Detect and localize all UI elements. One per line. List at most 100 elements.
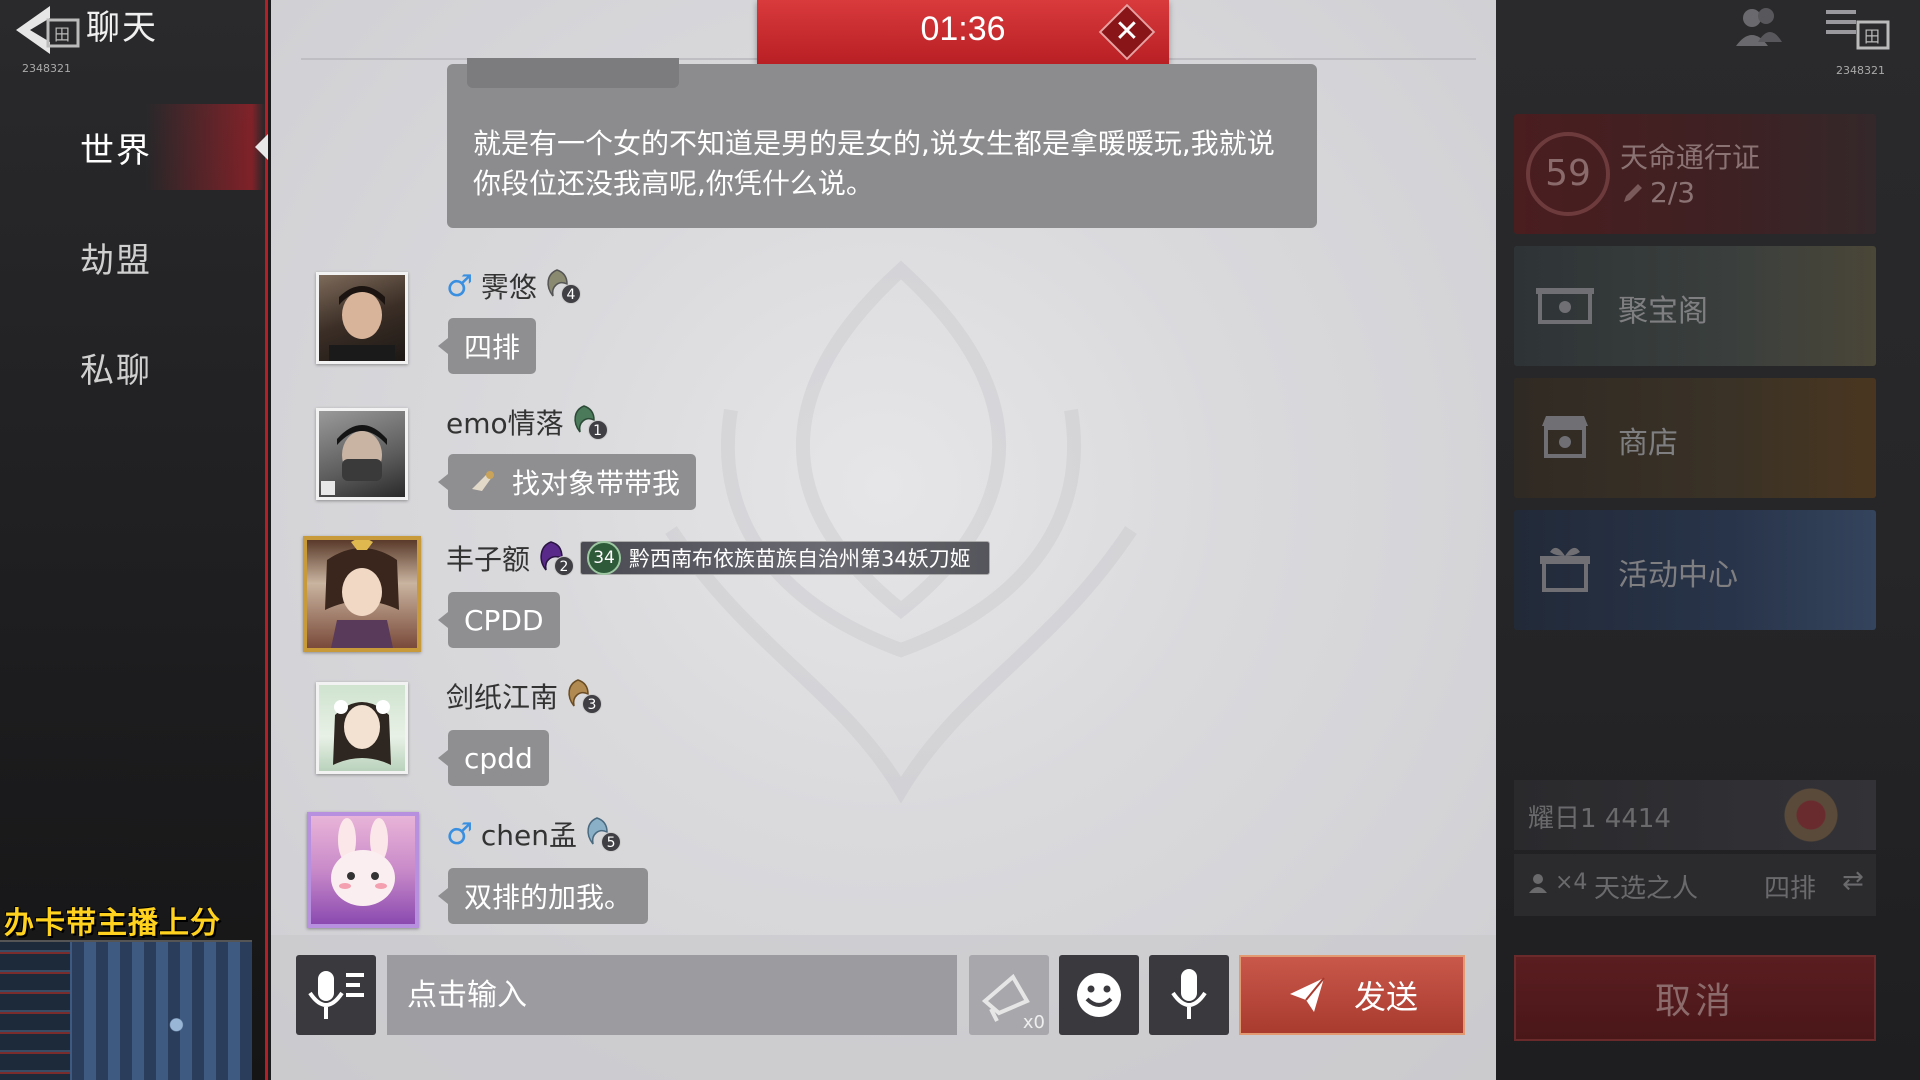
voice-message-button[interactable] xyxy=(1149,955,1229,1035)
room-menu-button[interactable]: 田 2348321 xyxy=(1822,4,1902,77)
tab-guild-label: 劫盟 xyxy=(80,240,152,281)
player-title-badge: 34 黔西南布依族苗族自治州第34妖刀姬 xyxy=(580,541,990,575)
tab-private-label: 私聊 xyxy=(80,350,152,391)
message-input[interactable] xyxy=(387,955,957,1035)
rank-badge-number: 4 xyxy=(560,284,581,304)
sender-name[interactable]: 霁悠 xyxy=(481,266,537,306)
chat-message-text: 找对象带带我 xyxy=(512,467,681,500)
sender-name[interactable]: 剑纸江南 xyxy=(446,676,558,716)
room-id-left: 2348321 xyxy=(22,62,71,75)
tab-guild[interactable]: 劫盟 xyxy=(0,214,265,300)
rank-badge-icon: 1 xyxy=(568,404,608,440)
stream-overlay-thumbnail xyxy=(0,940,252,1080)
send-button[interactable]: 发送 xyxy=(1239,955,1465,1035)
rank-badge-number: 2 xyxy=(554,556,575,576)
message-sender: emo情落 1 xyxy=(446,402,608,442)
chat-message-long-text: 就是有一个女的不知道是男的是女的,说女生都是拿暖暖玩,我就说你段位还没我高呢,你… xyxy=(473,127,1275,200)
rank-emblem-icon xyxy=(1776,784,1846,846)
chat-sidebar: 田 2348321 聊天 世界 劫盟 私聊 办卡带主播上分 xyxy=(0,0,268,1080)
pencil-icon xyxy=(1624,184,1642,202)
shop-card[interactable]: 商店 xyxy=(1514,378,1876,498)
chat-message: cpdd xyxy=(438,730,549,786)
chat-message-text: 双排的加我。 xyxy=(464,881,633,914)
shop-label: 商店 xyxy=(1618,426,1678,461)
sender-name[interactable]: 丰子额 xyxy=(446,538,530,578)
cancel-matching-button[interactable]: 取消 xyxy=(1514,955,1876,1041)
sender-name[interactable]: chen孟 xyxy=(481,814,577,854)
friends-icon xyxy=(1736,8,1782,46)
team-role: 天选之人 xyxy=(1594,874,1699,904)
swap-icon[interactable]: ⇄ xyxy=(1842,866,1864,896)
close-icon: ✕ xyxy=(1114,14,1140,49)
team-rank-text: 耀日1 4414 xyxy=(1528,804,1671,834)
person-icon: ×4 xyxy=(1528,870,1587,895)
avatar[interactable] xyxy=(316,682,408,774)
avatar-photo-icon xyxy=(321,425,387,495)
voice-input-icon xyxy=(308,971,364,1019)
message-sender: 丰子额 2 34 黔西南布依族苗族自治州第34妖刀姬 xyxy=(446,538,990,578)
send-button-label: 发送 xyxy=(1353,978,1418,1016)
team-mode-row: ×4 天选之人 四排 ⇄ xyxy=(1514,854,1876,916)
shop-icon xyxy=(1542,416,1588,458)
avatar[interactable] xyxy=(316,272,408,364)
treasure-pavilion-label: 聚宝阁 xyxy=(1618,294,1708,329)
male-gender-icon: ♂ xyxy=(446,816,473,852)
gift-icon xyxy=(1540,547,1590,592)
rank-badge-number: 3 xyxy=(582,694,603,714)
chat-input-bar: x0 发送 xyxy=(271,935,1496,1080)
chat-panel: 01:36 ✕ 就是有一个女的不知道是男的是女的,说女生都是拿暖暖玩,我就说你段… xyxy=(271,0,1496,1080)
pass-progress: 2/3 xyxy=(1650,176,1696,209)
male-gender-icon: ♂ xyxy=(446,268,473,304)
rank-badge-number: 5 xyxy=(601,832,622,852)
tab-world[interactable]: 世界 xyxy=(0,104,268,190)
title-text: 黔西南布依族苗族自治州第34妖刀姬 xyxy=(629,547,971,571)
treasure-pavilion-card[interactable]: 聚宝阁 xyxy=(1514,246,1876,366)
friends-button[interactable] xyxy=(1730,4,1786,54)
matching-timer: 01:36 ✕ xyxy=(757,0,1169,64)
avatar[interactable] xyxy=(307,812,419,928)
team-mode: 四排 xyxy=(1764,874,1817,904)
lobby-side-panel: 田 2348321 59 天命通行证 2/3 聚宝阁 商店 活动中心 耀日1 4… xyxy=(1496,0,1920,1080)
event-center-label: 活动中心 xyxy=(1618,558,1738,593)
pass-label: 天命通行证 xyxy=(1620,141,1761,174)
rank-badge-icon: 3 xyxy=(562,678,603,714)
cancel-label: 取消 xyxy=(1654,981,1735,1022)
back-button[interactable]: 田 2348321 xyxy=(10,2,80,75)
avatar-bunny-icon xyxy=(331,818,395,906)
chat-message-text: 四排 xyxy=(464,331,521,364)
sender-name[interactable]: emo情落 xyxy=(446,402,564,442)
avatar-photo-icon xyxy=(329,286,395,361)
rank-badge-icon: 5 xyxy=(581,816,622,852)
voice-to-text-button[interactable] xyxy=(296,955,376,1035)
chat-message-text: cpdd xyxy=(464,741,533,775)
page-title: 聊天 xyxy=(86,8,158,48)
event-center-card[interactable]: 活动中心 xyxy=(1514,510,1876,630)
battle-pass-card[interactable]: 59 天命通行证 2/3 xyxy=(1514,114,1876,234)
svg-text:田: 田 xyxy=(54,25,70,44)
treasure-chest-icon xyxy=(1536,288,1594,324)
tab-private[interactable]: 私聊 xyxy=(0,324,265,410)
team-rank-row: 耀日1 4414 xyxy=(1514,780,1876,850)
chat-message: 双排的加我。 xyxy=(437,868,649,924)
stream-promo-text: 办卡带主播上分 xyxy=(4,906,221,941)
emoji-button[interactable] xyxy=(1059,955,1139,1035)
avatar-character-icon xyxy=(333,700,391,765)
horn-broadcast-button[interactable]: x0 xyxy=(969,955,1049,1035)
pass-level: 59 xyxy=(1526,132,1610,216)
title-level: 34 xyxy=(587,541,622,575)
chat-header: 田 2348321 聊天 xyxy=(0,0,268,80)
message-sender: ♂ chen孟 5 xyxy=(446,814,622,854)
rank-badge-icon: 4 xyxy=(541,268,581,304)
room-id-right: 2348321 xyxy=(1836,64,1885,77)
avatar[interactable] xyxy=(303,536,421,652)
chat-message: 四排 xyxy=(437,318,537,374)
chat-message: 找对象带带我 xyxy=(437,454,697,510)
avatar[interactable] xyxy=(316,408,408,500)
team-info: 耀日1 4414 ×4 天选之人 四排 ⇄ xyxy=(1514,780,1876,920)
back-arrow-icon: 田 xyxy=(16,6,80,54)
team-size: ×4 xyxy=(1555,870,1588,895)
chat-message-text: CPDD xyxy=(464,603,544,637)
paper-plane-icon xyxy=(1289,977,1325,1012)
svg-text:田: 田 xyxy=(1864,27,1880,46)
horn-sticker-icon xyxy=(472,471,494,491)
